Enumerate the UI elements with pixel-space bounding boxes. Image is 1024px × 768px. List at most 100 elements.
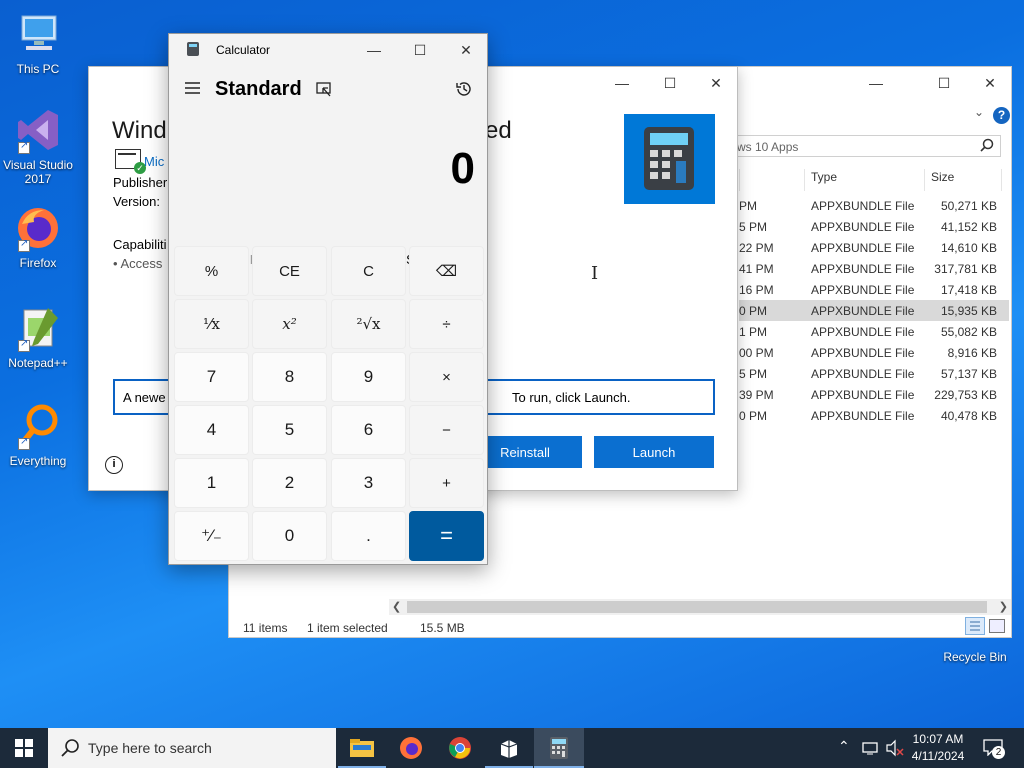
minimize-button[interactable]: — [351,34,397,66]
maximize-button[interactable]: ☐ [647,67,693,99]
file-row[interactable]: 16 PM APPXBUNDLE File 17,418 KB [739,279,1009,300]
digit-3-button[interactable]: 3 [331,458,406,508]
file-row-selected[interactable]: 0 PM APPXBUNDLE File 15,935 KB [739,300,1009,321]
file-row[interactable]: 39 PM APPXBUNDLE File 229,753 KB [739,384,1009,405]
file-explorer-taskbar-button[interactable] [338,728,386,768]
keep-on-top-icon[interactable] [316,82,332,98]
desktop-icon-visual-studio[interactable]: Visual Studio 2017 [0,106,76,186]
clock-date[interactable]: 4/11/2024 [905,749,971,763]
add-button[interactable]: + [409,458,484,508]
firefox-icon [14,204,62,252]
desktop-icon-everything[interactable]: Everything [0,402,76,468]
negate-button[interactable]: ⁺⁄₋ [174,511,249,561]
square-root-button[interactable]: ²√x [331,299,406,349]
column-header-size[interactable]: Size [931,170,954,184]
file-row[interactable]: 1 PM APPXBUNDLE File 55,082 KB [739,321,1009,342]
show-hidden-icons-chevron-icon[interactable]: ⌃ [838,738,850,755]
info-icon[interactable]: i [105,456,123,474]
digit-4-button[interactable]: 4 [174,405,249,455]
digit-5-button[interactable]: 5 [252,405,327,455]
file-row[interactable]: PM APPXBUNDLE File 50,271 KB [739,195,1009,216]
status-message-left: A newe [123,390,166,405]
calculator-taskbar-button[interactable] [534,728,584,768]
ribbon-expand-chevron-icon[interactable]: ⌄ [974,105,984,119]
scroll-left-arrow-icon[interactable]: ❮ [392,600,401,613]
notification-count-badge: 2 [992,746,1005,759]
multiply-button[interactable]: × [409,352,484,402]
desktop-icon-label: Firefox [19,256,57,270]
start-button[interactable] [0,728,48,768]
desktop-icon-notepad-plus-plus[interactable]: Notepad++ [0,304,76,370]
publisher-certificate-icon: ✓ [115,149,146,174]
desktop-icon-this-pc[interactable]: This PC [0,10,76,76]
volume-muted-icon[interactable] [885,739,905,760]
digit-1-button[interactable]: 1 [174,458,249,508]
this-pc-icon [14,10,62,58]
close-button[interactable]: ✕ [443,34,489,66]
square-button[interactable]: x² [252,299,327,349]
subtract-button[interactable]: − [409,405,484,455]
history-icon[interactable] [455,80,473,98]
close-button[interactable]: ✕ [967,67,1013,99]
large-icons-view-icon[interactable] [989,619,1005,633]
notepad-plus-plus-icon [14,304,62,352]
file-row[interactable]: 41 PM APPXBUNDLE File 317,781 KB [739,258,1009,279]
percent-button[interactable]: % [174,246,249,296]
capability-item: • Access [113,256,163,271]
file-row[interactable]: 22 PM APPXBUNDLE File 14,610 KB [739,237,1009,258]
digit-2-button[interactable]: 2 [252,458,327,508]
clear-button[interactable]: C [331,246,406,296]
status-size: 15.5 MB [420,621,465,635]
action-center-button[interactable]: 2 [982,738,1005,759]
close-button[interactable]: ✕ [693,67,739,99]
launch-button[interactable]: Launch [594,436,714,468]
divide-button[interactable]: ÷ [409,299,484,349]
hamburger-menu-icon[interactable] [185,81,201,95]
calculator-icon [550,737,568,759]
help-icon[interactable]: ? [993,107,1010,124]
file-row[interactable]: 0 PM APPXBUNDLE File 40,478 KB [739,405,1009,426]
maximize-button[interactable]: ☐ [921,67,967,99]
file-row[interactable]: 5 PM APPXBUNDLE File 41,152 KB [739,216,1009,237]
app-installer-taskbar-button[interactable] [485,728,533,768]
file-row[interactable]: 5 PM APPXBUNDLE File 57,137 KB [739,363,1009,384]
app-title-left: Wind [112,117,167,144]
clock-time[interactable]: 10:07 AM [905,732,971,746]
shortcut-arrow-icon [18,338,30,352]
desktop-icon-firefox[interactable]: Firefox [0,204,76,270]
equals-button[interactable]: = [409,511,484,561]
decimal-button[interactable]: . [331,511,406,561]
desktop-icon-label: This PC [16,62,60,76]
column-header-type[interactable]: Type [811,170,837,184]
capabilities-heading: Capabiliti [113,237,167,252]
chrome-taskbar-button[interactable] [436,728,484,768]
calculator-app-logo [624,114,715,204]
minimize-button[interactable]: — [853,67,899,99]
minimize-button[interactable]: — [599,67,645,99]
taskbar-search-box[interactable]: Type here to search [48,728,336,768]
digit-7-button[interactable]: 7 [174,352,249,402]
reciprocal-button[interactable]: ¹⁄x [174,299,249,349]
search-input[interactable]: ws 10 Apps [737,140,798,154]
publisher-link[interactable]: Mic [144,154,164,169]
calculator-display: 0 [450,144,475,193]
backspace-button[interactable]: ⌫ [409,246,484,296]
firefox-icon [400,737,422,759]
digit-8-button[interactable]: 8 [252,352,327,402]
details-view-icon[interactable] [965,617,985,635]
clear-entry-button[interactable]: CE [252,246,327,296]
network-icon[interactable] [862,740,880,759]
search-box[interactable]: ws 10 Apps [734,135,1001,157]
digit-0-button[interactable]: 0 [252,511,327,561]
search-icon [980,137,994,158]
scroll-right-arrow-icon[interactable]: ❯ [999,600,1008,613]
digit-6-button[interactable]: 6 [331,405,406,455]
maximize-button[interactable]: ☐ [397,34,443,66]
digit-9-button[interactable]: 9 [331,352,406,402]
scrollbar-thumb[interactable] [407,601,987,613]
chrome-icon [449,737,471,759]
file-row[interactable]: 00 PM APPXBUNDLE File 8,916 KB [739,342,1009,363]
taskbar-search-input[interactable]: Type here to search [88,740,212,756]
firefox-taskbar-button[interactable] [387,728,435,768]
horizontal-scrollbar[interactable]: ❮ ❯ [389,599,1011,615]
